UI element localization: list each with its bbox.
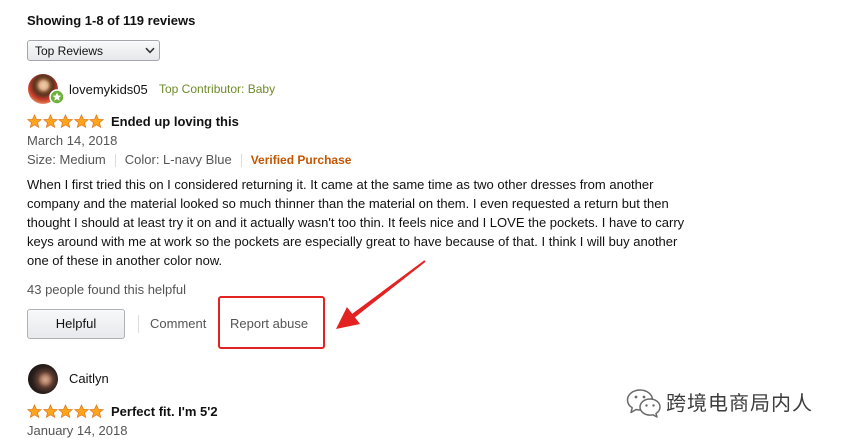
review-body-line: When I first tried this on I considered … <box>27 177 654 192</box>
verified-purchase-badge[interactable]: Verified Purchase <box>251 151 352 170</box>
review-body: When I first tried this on I considered … <box>27 175 684 270</box>
star-icon <box>27 114 42 129</box>
review-date: March 14, 2018 <box>27 133 118 148</box>
avatar[interactable] <box>28 364 58 394</box>
sort-dropdown[interactable]: Top Reviews <box>27 40 160 61</box>
divider <box>114 153 116 167</box>
review-item: lovemykids05 Top Contributor: Baby Ended… <box>0 74 842 354</box>
reviews-count-heading: Showing 1-8 of 119 reviews <box>27 13 196 28</box>
divider <box>219 315 220 333</box>
variant-size[interactable]: Size: Medium <box>27 150 106 169</box>
helpful-button[interactable]: Helpful <box>27 309 125 339</box>
report-abuse-link[interactable]: Report abuse <box>230 314 308 333</box>
chevron-down-icon <box>145 47 155 54</box>
wechat-icon <box>626 389 661 418</box>
product-variant-info[interactable]: Size: Medium Color: L-navy Blue Verified… <box>27 150 351 170</box>
variant-color[interactable]: Color: L-navy Blue <box>125 150 232 169</box>
reviewer-name[interactable]: lovemykids05 <box>69 80 148 99</box>
star-icon <box>27 404 42 419</box>
review-title[interactable]: Perfect fit. I'm 5'2 <box>111 402 218 421</box>
star-icon <box>58 404 73 419</box>
review-body-line: company and the material looked so much … <box>27 196 669 211</box>
divider <box>138 315 139 333</box>
review-title[interactable]: Ended up loving this <box>111 112 239 131</box>
star-icon <box>73 114 89 129</box>
top-contributor-badge[interactable]: Top Contributor: Baby <box>159 80 275 99</box>
review-body-line: keys around with me at work so the pocke… <box>27 234 678 249</box>
helpful-vote-count: 43 people found this helpful <box>27 282 187 297</box>
review-date: January 14, 2018 <box>27 423 128 438</box>
star-icon <box>89 114 104 129</box>
sort-dropdown-value: Top Reviews <box>35 44 104 58</box>
review-body-line: thought I should at least try it on and … <box>27 215 685 230</box>
star-rating[interactable] <box>27 114 104 129</box>
star-icon <box>89 404 104 419</box>
star-icon <box>42 114 58 129</box>
star-icon <box>73 404 89 419</box>
watermark-text: 跨境电商局内人 <box>666 391 813 415</box>
top-contributor-badge-icon <box>49 89 65 105</box>
review-body-line: one of these in another color now. <box>27 253 223 268</box>
star-rating[interactable] <box>27 404 104 419</box>
star-icon <box>42 404 58 419</box>
divider <box>240 153 242 167</box>
comment-link[interactable]: Comment <box>150 314 206 333</box>
reviewer-name[interactable]: Caitlyn <box>69 369 109 388</box>
star-icon <box>58 114 73 129</box>
